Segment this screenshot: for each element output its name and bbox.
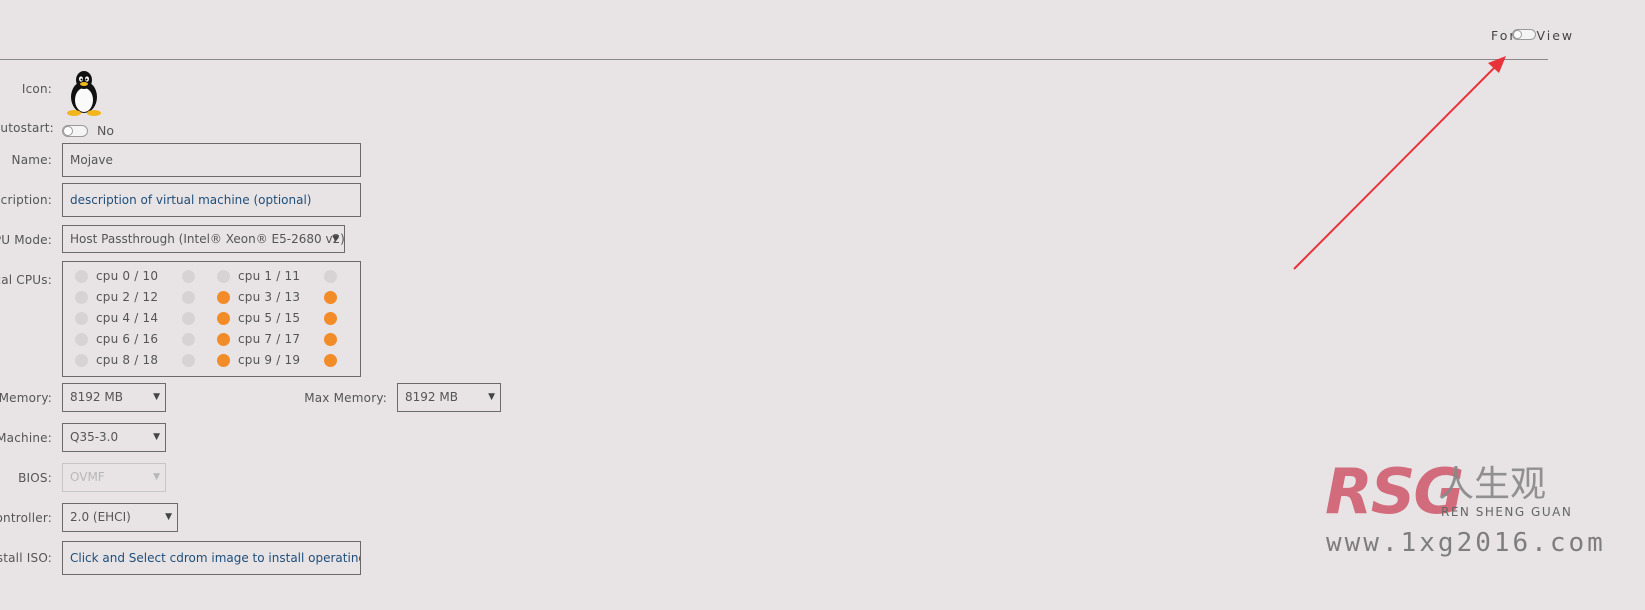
chevron-down-icon: ▼	[165, 512, 172, 522]
chevron-down-icon: ▼	[153, 432, 160, 442]
cpu-thread-checkbox[interactable]	[182, 270, 195, 283]
cpu-mode-value: Host Passthrough (Intel® Xeon® E5-2680 v…	[70, 232, 345, 246]
cpu-label: cpu 8 / 18	[96, 353, 159, 367]
cpu-thread-checkbox[interactable]	[324, 270, 337, 283]
form-view-toggle[interactable]	[1512, 29, 1536, 40]
cpu-mode-select[interactable]: Host Passthrough (Intel® Xeon® E5-2680 v…	[62, 225, 345, 253]
cpu-thread-checkbox[interactable]	[324, 291, 337, 304]
cpu-core-checkbox[interactable]	[217, 333, 230, 346]
toggle-knob	[1513, 30, 1522, 39]
chevron-down-icon: ▼	[332, 234, 339, 244]
machine-select[interactable]: Q35-3.0 ▼	[62, 423, 166, 452]
usb-controller-label: USB Controller:	[0, 511, 52, 525]
cpu-thread-checkbox[interactable]	[324, 333, 337, 346]
description-label: Description:	[0, 193, 52, 207]
bios-value: OVMF	[70, 470, 105, 484]
chevron-down-icon: ▼	[153, 472, 160, 482]
max-memory-value: 8192 MB	[405, 390, 458, 404]
cpu-label: cpu 9 / 19	[238, 353, 301, 367]
memory-value: 8192 MB	[70, 390, 123, 404]
usb-controller-value: 2.0 (EHCI)	[70, 510, 131, 524]
cpu-thread-checkbox[interactable]	[324, 312, 337, 325]
machine-label: Machine:	[0, 431, 52, 445]
cpu-core-checkbox[interactable]	[217, 270, 230, 283]
cpu-label: cpu 6 / 16	[96, 332, 159, 346]
bios-select: OVMF ▼	[62, 463, 166, 492]
logical-cpus-label: Logical CPUs:	[0, 273, 52, 287]
cpu-thread-checkbox[interactable]	[182, 312, 195, 325]
cpu-label: cpu 2 / 12	[96, 290, 159, 304]
autostart-value: No	[97, 123, 114, 138]
linux-penguin-icon[interactable]	[64, 70, 104, 116]
max-memory-label: Max Memory:	[304, 391, 387, 405]
max-memory-select[interactable]: 8192 MB ▼	[397, 383, 501, 412]
bios-label: BIOS:	[18, 471, 52, 485]
cpu-mode-label: CPU Mode:	[0, 233, 52, 247]
cpu-thread-checkbox[interactable]	[182, 291, 195, 304]
watermark-url: www.1xg2016.com	[1326, 528, 1606, 558]
annotation-arrow	[1293, 56, 1506, 270]
usb-controller-select[interactable]: 2.0 (EHCI) ▼	[62, 503, 178, 532]
chevron-down-icon: ▼	[488, 392, 495, 402]
cpu-thread-checkbox[interactable]	[182, 354, 195, 367]
toggle-knob	[63, 126, 73, 136]
memory-label: Initial Memory:	[0, 391, 52, 405]
cpu-label: cpu 0 / 10	[96, 269, 159, 283]
chevron-down-icon: ▼	[153, 392, 160, 402]
cpu-label: cpu 4 / 14	[96, 311, 159, 325]
watermark-cn: 人生观	[1438, 464, 1547, 505]
cpu-label: cpu 3 / 13	[238, 290, 301, 304]
name-input[interactable]: Mojave	[62, 143, 361, 177]
os-install-iso-input[interactable]: Click and Select cdrom image to install …	[62, 541, 361, 575]
cpu-thread-checkbox[interactable]	[182, 333, 195, 346]
autostart-label: Autostart:	[0, 121, 54, 135]
cpu-label: cpu 1 / 11	[238, 269, 301, 283]
cpu-core-checkbox[interactable]	[217, 354, 230, 367]
cpu-core-checkbox[interactable]	[75, 354, 88, 367]
os-install-iso-label: OS Install ISO:	[0, 551, 52, 565]
autostart-toggle[interactable]	[62, 125, 88, 137]
cpu-label: cpu 7 / 17	[238, 332, 301, 346]
description-input[interactable]: description of virtual machine (optional…	[62, 183, 361, 217]
cpu-core-checkbox[interactable]	[217, 291, 230, 304]
cpu-core-checkbox[interactable]	[75, 312, 88, 325]
name-label: Name:	[11, 153, 52, 167]
cpu-core-checkbox[interactable]	[75, 291, 88, 304]
cpu-core-checkbox[interactable]	[75, 270, 88, 283]
cpu-thread-checkbox[interactable]	[324, 354, 337, 367]
memory-select[interactable]: 8192 MB ▼	[62, 383, 166, 412]
cpu-label: cpu 5 / 15	[238, 311, 301, 325]
watermark-en: REN SHENG GUAN	[1441, 505, 1573, 519]
cpu-core-checkbox[interactable]	[75, 333, 88, 346]
machine-value: Q35-3.0	[70, 430, 119, 444]
icon-label: Icon:	[21, 82, 52, 96]
cpu-core-checkbox[interactable]	[217, 312, 230, 325]
